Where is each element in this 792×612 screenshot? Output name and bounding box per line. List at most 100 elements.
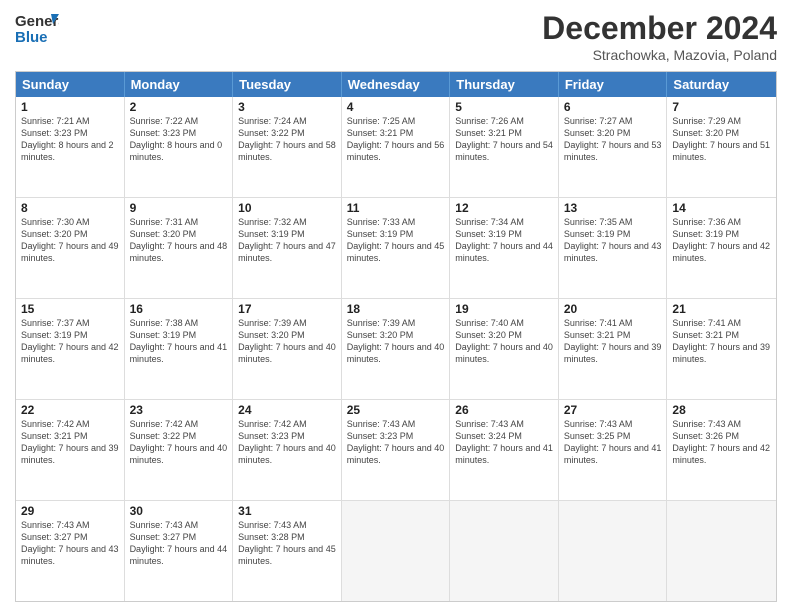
day-info: Sunrise: 7:37 AMSunset: 3:19 PMDaylight:… — [21, 317, 119, 366]
day-info: Sunrise: 7:27 AMSunset: 3:20 PMDaylight:… — [564, 115, 662, 164]
calendar-cell — [342, 501, 451, 601]
day-number: 3 — [238, 100, 336, 114]
calendar-cell: 18Sunrise: 7:39 AMSunset: 3:20 PMDayligh… — [342, 299, 451, 399]
calendar-cell: 21Sunrise: 7:41 AMSunset: 3:21 PMDayligh… — [667, 299, 776, 399]
day-info: Sunrise: 7:26 AMSunset: 3:21 PMDaylight:… — [455, 115, 553, 164]
day-number: 16 — [130, 302, 228, 316]
day-number: 25 — [347, 403, 445, 417]
calendar-header: SundayMondayTuesdayWednesdayThursdayFrid… — [16, 72, 776, 97]
day-info: Sunrise: 7:43 AMSunset: 3:25 PMDaylight:… — [564, 418, 662, 467]
calendar-cell: 28Sunrise: 7:43 AMSunset: 3:26 PMDayligh… — [667, 400, 776, 500]
calendar-cell: 25Sunrise: 7:43 AMSunset: 3:23 PMDayligh… — [342, 400, 451, 500]
day-info: Sunrise: 7:43 AMSunset: 3:23 PMDaylight:… — [347, 418, 445, 467]
day-header-thursday: Thursday — [450, 72, 559, 97]
day-header-monday: Monday — [125, 72, 234, 97]
day-number: 5 — [455, 100, 553, 114]
day-number: 9 — [130, 201, 228, 215]
day-info: Sunrise: 7:42 AMSunset: 3:23 PMDaylight:… — [238, 418, 336, 467]
day-number: 27 — [564, 403, 662, 417]
day-number: 17 — [238, 302, 336, 316]
calendar-row-1: 1Sunrise: 7:21 AMSunset: 3:23 PMDaylight… — [16, 97, 776, 197]
calendar-cell: 15Sunrise: 7:37 AMSunset: 3:19 PMDayligh… — [16, 299, 125, 399]
day-info: Sunrise: 7:43 AMSunset: 3:27 PMDaylight:… — [130, 519, 228, 568]
day-number: 20 — [564, 302, 662, 316]
calendar-cell: 31Sunrise: 7:43 AMSunset: 3:28 PMDayligh… — [233, 501, 342, 601]
day-info: Sunrise: 7:33 AMSunset: 3:19 PMDaylight:… — [347, 216, 445, 265]
calendar-row-4: 22Sunrise: 7:42 AMSunset: 3:21 PMDayligh… — [16, 399, 776, 500]
day-number: 12 — [455, 201, 553, 215]
day-number: 23 — [130, 403, 228, 417]
title-block: December 2024 Strachowka, Mazovia, Polan… — [542, 10, 777, 63]
day-info: Sunrise: 7:39 AMSunset: 3:20 PMDaylight:… — [347, 317, 445, 366]
day-header-friday: Friday — [559, 72, 668, 97]
day-number: 4 — [347, 100, 445, 114]
day-number: 14 — [672, 201, 771, 215]
day-info: Sunrise: 7:40 AMSunset: 3:20 PMDaylight:… — [455, 317, 553, 366]
day-header-tuesday: Tuesday — [233, 72, 342, 97]
day-info: Sunrise: 7:36 AMSunset: 3:19 PMDaylight:… — [672, 216, 771, 265]
calendar-cell — [667, 501, 776, 601]
day-info: Sunrise: 7:42 AMSunset: 3:22 PMDaylight:… — [130, 418, 228, 467]
day-info: Sunrise: 7:22 AMSunset: 3:23 PMDaylight:… — [130, 115, 228, 164]
day-header-wednesday: Wednesday — [342, 72, 451, 97]
day-info: Sunrise: 7:41 AMSunset: 3:21 PMDaylight:… — [564, 317, 662, 366]
day-header-saturday: Saturday — [667, 72, 776, 97]
calendar-cell — [450, 501, 559, 601]
day-number: 24 — [238, 403, 336, 417]
calendar-cell: 29Sunrise: 7:43 AMSunset: 3:27 PMDayligh… — [16, 501, 125, 601]
day-number: 15 — [21, 302, 119, 316]
month-title: December 2024 — [542, 10, 777, 47]
svg-text:Blue: Blue — [15, 29, 48, 46]
day-number: 19 — [455, 302, 553, 316]
day-number: 10 — [238, 201, 336, 215]
logo-icon: General Blue — [15, 10, 59, 48]
day-number: 11 — [347, 201, 445, 215]
day-info: Sunrise: 7:42 AMSunset: 3:21 PMDaylight:… — [21, 418, 119, 467]
day-info: Sunrise: 7:34 AMSunset: 3:19 PMDaylight:… — [455, 216, 553, 265]
calendar-cell: 12Sunrise: 7:34 AMSunset: 3:19 PMDayligh… — [450, 198, 559, 298]
calendar-cell: 9Sunrise: 7:31 AMSunset: 3:20 PMDaylight… — [125, 198, 234, 298]
day-number: 22 — [21, 403, 119, 417]
day-number: 26 — [455, 403, 553, 417]
calendar-cell: 22Sunrise: 7:42 AMSunset: 3:21 PMDayligh… — [16, 400, 125, 500]
day-number: 8 — [21, 201, 119, 215]
day-info: Sunrise: 7:25 AMSunset: 3:21 PMDaylight:… — [347, 115, 445, 164]
calendar-cell: 13Sunrise: 7:35 AMSunset: 3:19 PMDayligh… — [559, 198, 668, 298]
calendar-row-2: 8Sunrise: 7:30 AMSunset: 3:20 PMDaylight… — [16, 197, 776, 298]
day-info: Sunrise: 7:21 AMSunset: 3:23 PMDaylight:… — [21, 115, 119, 164]
calendar-cell: 6Sunrise: 7:27 AMSunset: 3:20 PMDaylight… — [559, 97, 668, 197]
calendar-cell: 26Sunrise: 7:43 AMSunset: 3:24 PMDayligh… — [450, 400, 559, 500]
calendar-cell: 14Sunrise: 7:36 AMSunset: 3:19 PMDayligh… — [667, 198, 776, 298]
calendar-cell: 23Sunrise: 7:42 AMSunset: 3:22 PMDayligh… — [125, 400, 234, 500]
calendar-cell: 5Sunrise: 7:26 AMSunset: 3:21 PMDaylight… — [450, 97, 559, 197]
calendar-cell: 11Sunrise: 7:33 AMSunset: 3:19 PMDayligh… — [342, 198, 451, 298]
calendar-cell: 4Sunrise: 7:25 AMSunset: 3:21 PMDaylight… — [342, 97, 451, 197]
day-info: Sunrise: 7:35 AMSunset: 3:19 PMDaylight:… — [564, 216, 662, 265]
day-number: 2 — [130, 100, 228, 114]
calendar-cell — [559, 501, 668, 601]
day-info: Sunrise: 7:24 AMSunset: 3:22 PMDaylight:… — [238, 115, 336, 164]
calendar-cell: 30Sunrise: 7:43 AMSunset: 3:27 PMDayligh… — [125, 501, 234, 601]
calendar-body: 1Sunrise: 7:21 AMSunset: 3:23 PMDaylight… — [16, 97, 776, 601]
calendar-cell: 1Sunrise: 7:21 AMSunset: 3:23 PMDaylight… — [16, 97, 125, 197]
day-number: 28 — [672, 403, 771, 417]
day-number: 13 — [564, 201, 662, 215]
calendar-cell: 8Sunrise: 7:30 AMSunset: 3:20 PMDaylight… — [16, 198, 125, 298]
day-info: Sunrise: 7:43 AMSunset: 3:26 PMDaylight:… — [672, 418, 771, 467]
day-info: Sunrise: 7:32 AMSunset: 3:19 PMDaylight:… — [238, 216, 336, 265]
calendar-cell: 17Sunrise: 7:39 AMSunset: 3:20 PMDayligh… — [233, 299, 342, 399]
day-info: Sunrise: 7:39 AMSunset: 3:20 PMDaylight:… — [238, 317, 336, 366]
day-info: Sunrise: 7:43 AMSunset: 3:27 PMDaylight:… — [21, 519, 119, 568]
day-number: 21 — [672, 302, 771, 316]
day-number: 6 — [564, 100, 662, 114]
day-number: 18 — [347, 302, 445, 316]
logo: General Blue — [15, 10, 59, 48]
calendar: SundayMondayTuesdayWednesdayThursdayFrid… — [15, 71, 777, 602]
calendar-cell: 24Sunrise: 7:42 AMSunset: 3:23 PMDayligh… — [233, 400, 342, 500]
day-info: Sunrise: 7:30 AMSunset: 3:20 PMDaylight:… — [21, 216, 119, 265]
day-info: Sunrise: 7:29 AMSunset: 3:20 PMDaylight:… — [672, 115, 771, 164]
calendar-row-5: 29Sunrise: 7:43 AMSunset: 3:27 PMDayligh… — [16, 500, 776, 601]
calendar-cell: 7Sunrise: 7:29 AMSunset: 3:20 PMDaylight… — [667, 97, 776, 197]
day-number: 30 — [130, 504, 228, 518]
day-number: 1 — [21, 100, 119, 114]
